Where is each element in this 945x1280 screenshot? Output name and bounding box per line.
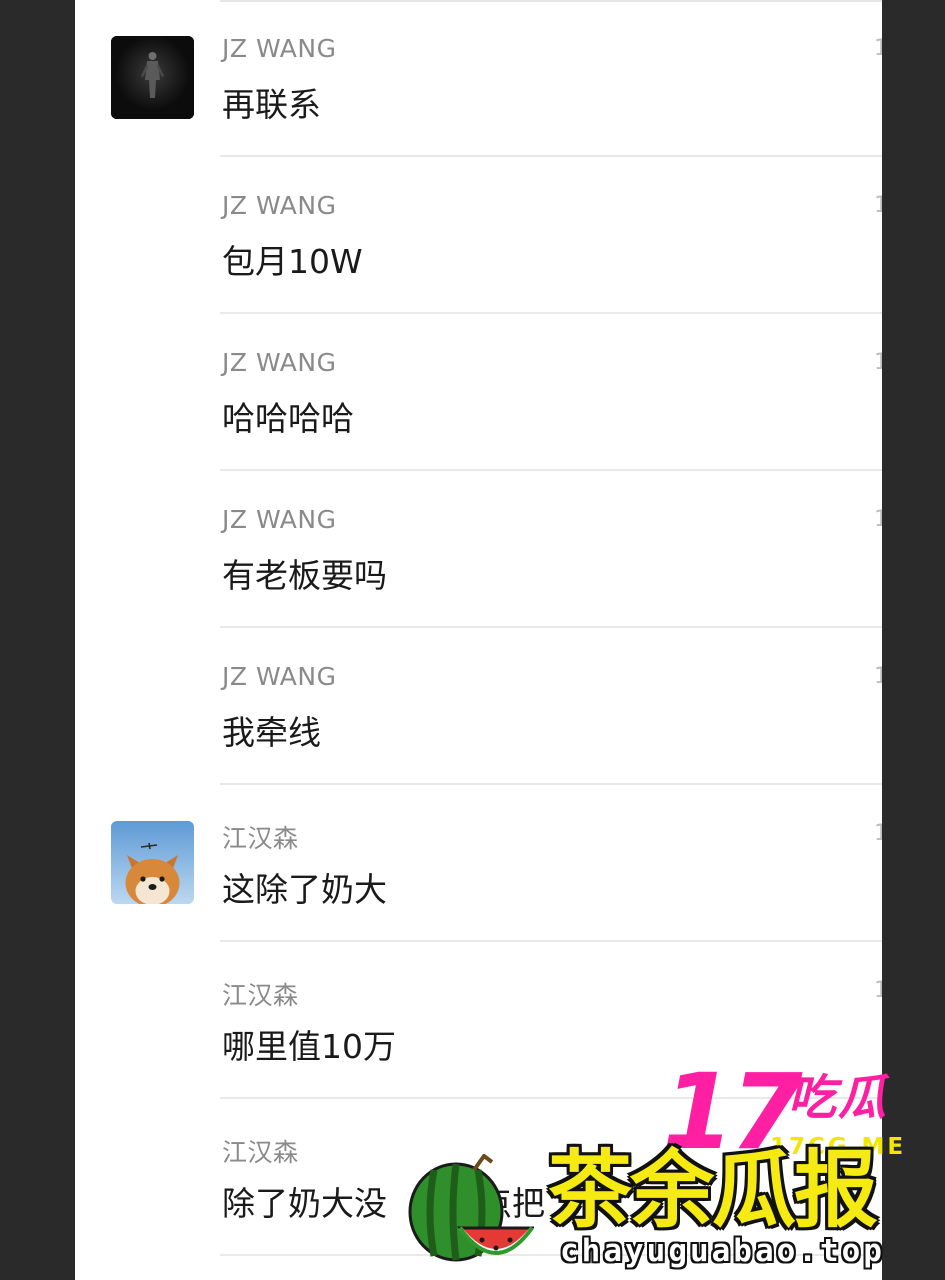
message-item[interactable]: JZ WANG 我牵线 1 (75, 628, 882, 785)
message-text: 哪里值10万 (222, 1027, 396, 1066)
message-item[interactable]: JZ WANG 有老板要吗 1 (75, 471, 882, 628)
message-item[interactable]: 江汉森 这除了奶大 1 (75, 785, 882, 942)
message-text: 我牵线 (222, 713, 321, 752)
sender-name: JZ WANG (222, 505, 337, 534)
message-time: 1 (874, 350, 882, 375)
sender-name: JZ WANG (222, 662, 337, 691)
sender-name: 江汉森 (222, 1138, 299, 1167)
message-text: 这除了奶大 (222, 870, 387, 909)
message-item[interactable]: JZ WANG 哈哈哈哈 1 (75, 314, 882, 471)
message-item[interactable]: JZ WANG 包月10W 1 (75, 157, 882, 314)
sender-name: 江汉森 (222, 981, 299, 1010)
message-text-part: 除了奶大没 (222, 1184, 387, 1223)
avatar[interactable] (111, 821, 194, 904)
avatar[interactable] (111, 36, 194, 119)
sender-name: JZ WANG (222, 191, 337, 220)
message-text: 再联系 (222, 85, 321, 124)
dark-figure-avatar-icon (111, 36, 194, 119)
message-text: 包月10W (222, 242, 363, 281)
shiba-dog-avatar-icon (111, 821, 194, 904)
watermark-title: 茶余瓜报 (548, 1141, 878, 1239)
message-text: 有老板要吗 (222, 556, 387, 595)
sender-name: JZ WANG (222, 348, 337, 377)
message-time: 1 (874, 507, 882, 532)
watermark-domain: chayuguabao.top (560, 1233, 885, 1269)
sender-name: 江汉森 (222, 824, 299, 853)
watermark: 17 吃瓜 17CG.ME 茶余瓜报 chayuguabao.top (400, 1060, 940, 1280)
message-time: 1 (874, 36, 882, 61)
message-item[interactable]: JZ WANG 再联系 1 (75, 0, 882, 157)
message-time: 1 (874, 193, 882, 218)
message-time: 1 (874, 978, 882, 1003)
message-time: 1 (874, 821, 882, 846)
message-time: 1 (874, 664, 882, 689)
watermark-brand-text: 吃瓜 (788, 1070, 889, 1126)
watermelon-icon (404, 1153, 536, 1274)
sender-name: JZ WANG (222, 34, 337, 63)
message-text: 哈哈哈哈 (222, 399, 354, 438)
